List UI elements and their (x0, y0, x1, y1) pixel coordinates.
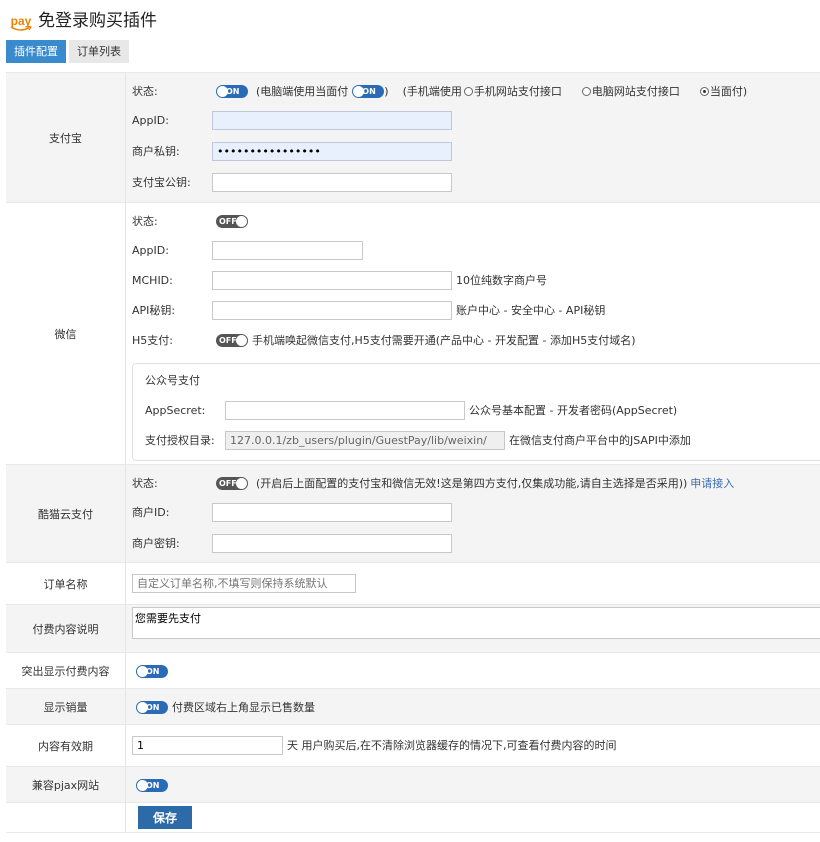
alipay-pc-face-toggle[interactable]: ON (352, 84, 385, 98)
settings-table: 支付宝 状态: ON (电脑端使用当面付 ON ) (手机端使用 手机网站支付接… (6, 72, 820, 833)
radio-pc-web[interactable]: 电脑网站支付接口 (581, 83, 680, 99)
wechat-status-toggle[interactable]: OFF (216, 214, 248, 228)
sales-toggle[interactable]: ON (136, 700, 168, 714)
highlight-row: 突出显示付费内容 ON (6, 653, 820, 689)
wechat-mchid-input[interactable] (212, 270, 452, 290)
alipay-status-line: 状态: ON (电脑端使用当面付 ON ) (手机端使用 手机网站支付接口 电脑… (132, 83, 748, 99)
alipay-label: 支付宝 (6, 73, 126, 202)
alipay-private-key-input[interactable] (212, 141, 452, 161)
smile-arrow-icon (10, 26, 32, 31)
wechat-mp-box: 公众号支付 AppSecret: 公众号基本配置 - 开发者密码(AppSecr… (132, 363, 820, 461)
cat-pay-row: 酷猫云支付 状态: OFF (开启后上面配置的支付宝和微信无效!这是第四方支付,… (6, 465, 820, 563)
page-title: 免登录购买插件 (38, 11, 157, 31)
alipay-status-toggle[interactable]: ON (216, 84, 248, 98)
save-row: 保存 (6, 803, 820, 833)
cat-merchant-id-input[interactable] (212, 502, 452, 522)
wechat-auth-dir-input (225, 430, 505, 450)
radio-mobile-web[interactable]: 手机网站支付接口 (463, 83, 562, 99)
alipay-row: 支付宝 状态: ON (电脑端使用当面付 ON ) (手机端使用 手机网站支付接… (6, 73, 820, 203)
cat-status-toggle[interactable]: OFF (216, 476, 248, 490)
apply-access-link[interactable]: 申请接入 (690, 475, 734, 491)
cat-pay-label: 酷猫云支付 (6, 465, 126, 562)
wechat-h5-toggle[interactable]: OFF (216, 333, 248, 347)
wechat-row: 微信 状态: OFF AppID: MCHID: 10位纯数字商户号 API秘钥… (6, 203, 820, 465)
sales-row: 显示销量 ON 付费区域右上角显示已售数量 (6, 689, 820, 725)
order-name-row: 订单名称 (6, 563, 820, 605)
validity-row: 内容有效期 天 用户购买后,在不清除浏览器缓存的情况下,可查看付费内容的时间 (6, 725, 820, 767)
save-button[interactable]: 保存 (138, 806, 192, 829)
wechat-appsecret-input[interactable] (225, 400, 465, 420)
wechat-apikey-input[interactable] (212, 300, 452, 320)
paid-desc-row: 付费内容说明 您需要先支付 (6, 605, 820, 653)
alipay-public-key-input[interactable] (212, 172, 452, 192)
alipay-appid-input[interactable] (212, 110, 452, 130)
pjax-toggle[interactable]: ON (136, 778, 168, 792)
mp-pay-title: 公众号支付 (145, 374, 200, 387)
tab-plugin-config[interactable]: 插件配置 (6, 40, 66, 63)
highlight-toggle[interactable]: ON (136, 664, 168, 678)
wechat-appid-input[interactable] (212, 240, 363, 260)
paid-desc-textarea[interactable]: 您需要先支付 (132, 607, 820, 639)
wechat-label: 微信 (6, 203, 126, 464)
cat-merchant-key-input[interactable] (212, 533, 452, 553)
order-name-input[interactable] (132, 573, 356, 593)
radio-face-pay[interactable]: 当面付) (699, 83, 747, 99)
tab-bar: 插件配置 订单列表 (6, 40, 132, 63)
validity-input[interactable] (132, 735, 283, 755)
tab-order-list[interactable]: 订单列表 (69, 40, 129, 63)
pay-logo: pay (10, 15, 32, 32)
page-header: pay 免登录购买插件 (10, 6, 157, 32)
pjax-row: 兼容pjax网站 ON (6, 767, 820, 803)
